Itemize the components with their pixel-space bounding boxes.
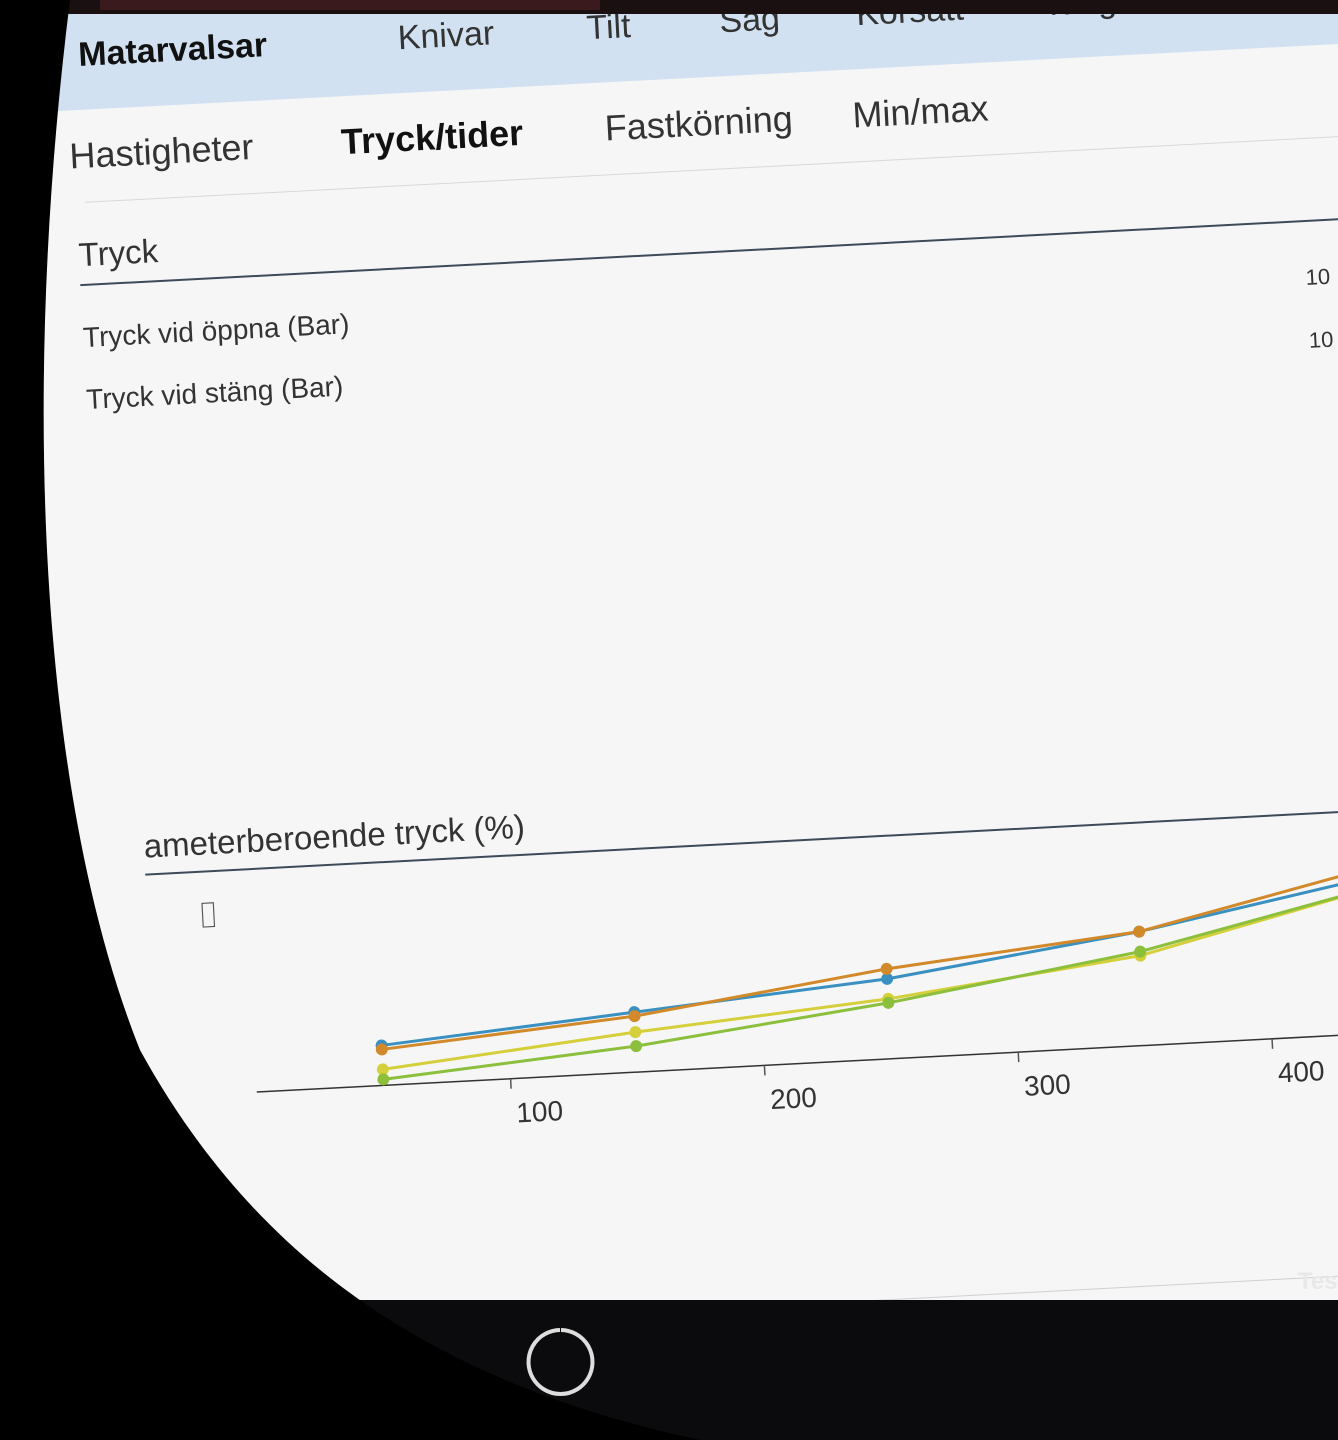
power-button-icon (526, 1328, 595, 1396)
monitor-bezel-mask (0, 0, 700, 1440)
